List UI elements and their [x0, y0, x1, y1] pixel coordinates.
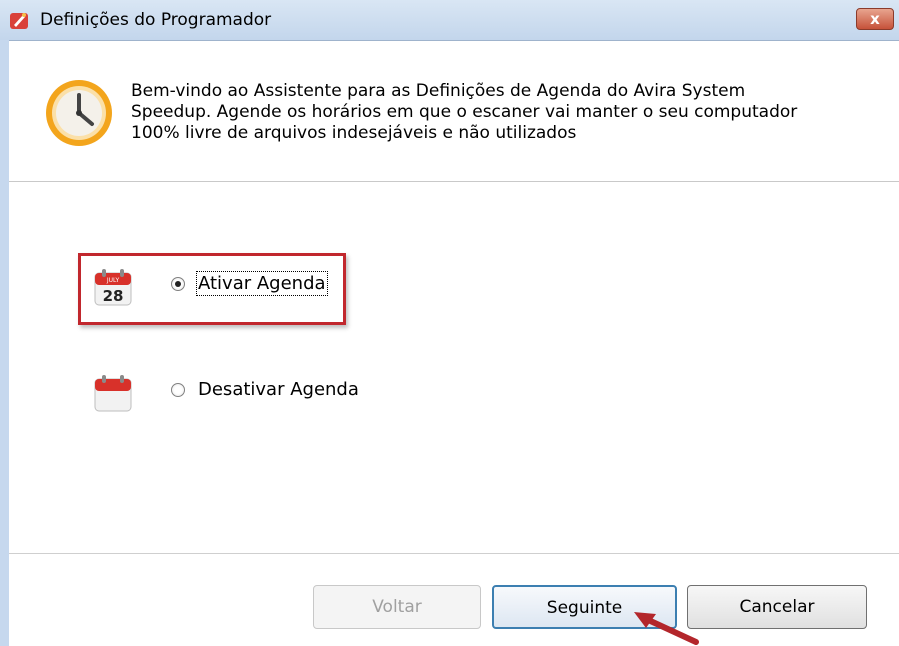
calendar-month: JULY	[106, 277, 120, 284]
red-arrow-annotation	[634, 612, 699, 645]
back-button-label: Voltar	[372, 597, 422, 617]
close-icon: x	[870, 10, 880, 28]
disable-schedule-radio[interactable]	[171, 383, 185, 397]
clock-icon	[46, 80, 112, 146]
broom-app-icon	[10, 13, 28, 29]
calendar-day: 28	[103, 287, 124, 305]
back-button[interactable]: Voltar	[313, 585, 481, 629]
option-enable-schedule[interactable]: JULY 28 Ativar Agenda	[90, 265, 350, 315]
window-frame-left	[0, 40, 9, 646]
enable-schedule-radio[interactable]	[171, 277, 185, 291]
wizard-header: Bem-vindo ao Assistente para as Definiçõ…	[9, 41, 899, 182]
close-button[interactable]: x	[856, 8, 894, 30]
window-title: Definições do Programador	[40, 10, 272, 30]
cancel-button-label: Cancelar	[739, 597, 815, 617]
welcome-text: Bem-vindo ao Assistente para as Definiçõ…	[131, 81, 891, 144]
disable-schedule-label[interactable]: Desativar Agenda	[198, 379, 359, 400]
option-disable-schedule[interactable]: Desativar Agenda	[90, 370, 370, 418]
title-bar: Definições do Programador x	[0, 0, 899, 41]
calendar-28-icon: JULY 28	[94, 269, 132, 306]
welcome-line: Bem-vindo ao Assistente para as Definiçõ…	[131, 81, 746, 101]
welcome-line: Speedup. Agende os horários em que o esc…	[131, 102, 798, 122]
calendar-blank-icon	[94, 375, 132, 412]
welcome-line: 100% livre de arquivos indesejáveis e nã…	[131, 123, 577, 143]
footer-divider	[9, 553, 899, 554]
next-button-label: Seguinte	[546, 598, 623, 618]
enable-schedule-label[interactable]: Ativar Agenda	[196, 271, 328, 296]
